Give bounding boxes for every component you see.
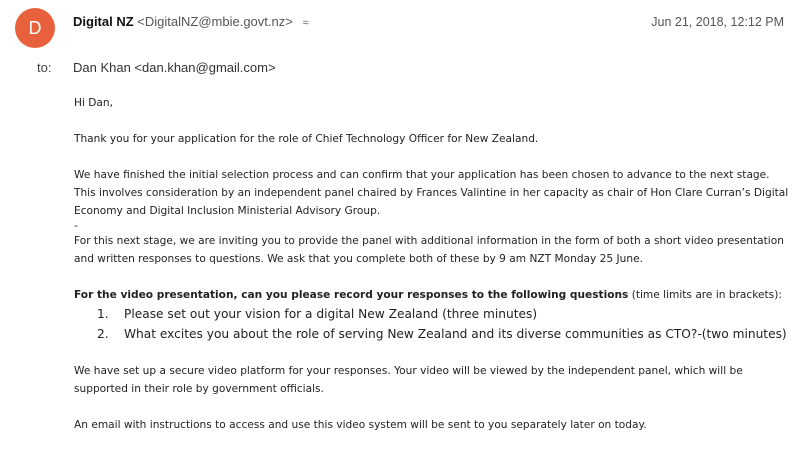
question-number: 2.: [97, 327, 109, 341]
question-number: 1.: [97, 307, 109, 321]
video-intro-bold: For the video presentation, can you plea…: [74, 289, 629, 301]
list-item: 1. Please set out your vision for a digi…: [74, 304, 789, 324]
expand-details-icon[interactable]: ≈: [302, 17, 308, 29]
sender-name[interactable]: Digital NZ: [73, 14, 134, 29]
sender-line: Digital NZ <DigitalNZ@mbie.govt.nz> ≈: [73, 14, 309, 29]
list-item: 2. What excites you about the role of se…: [74, 324, 789, 344]
question-text: Please set out your vision for a digital…: [124, 307, 538, 321]
video-intro-rest: (time limits are in brackets):: [628, 289, 782, 301]
paragraph-video-intro: For the video presentation, can you plea…: [74, 286, 789, 304]
email-body: Hi Dan, Thank you for your application f…: [74, 94, 789, 434]
question-text: What excites you about the role of servi…: [124, 327, 787, 341]
avatar-letter: D: [28, 17, 42, 38]
sender-email[interactable]: <DigitalNZ@mbie.govt.nz>: [137, 14, 293, 29]
to-label: to:: [37, 60, 52, 75]
recipient[interactable]: Dan Khan <dan.khan@gmail.com>: [73, 60, 276, 75]
paragraph-instructions: An email with instructions to access and…: [74, 419, 647, 431]
paragraph-selection: We have finished the initial selection p…: [74, 169, 789, 217]
separator-dash: -: [74, 220, 78, 232]
email-date: Jun 21, 2018, 12:12 PM: [651, 15, 784, 29]
question-list: 1. Please set out your vision for a digi…: [74, 304, 789, 344]
sender-avatar: D: [15, 8, 55, 48]
paragraph-video-platform: We have set up a secure video platform f…: [74, 365, 743, 395]
paragraph-thanks: Thank you for your application for the r…: [74, 133, 539, 145]
paragraph-next-stage: For this next stage, we are inviting you…: [74, 235, 784, 265]
greeting: Hi Dan,: [74, 97, 114, 109]
